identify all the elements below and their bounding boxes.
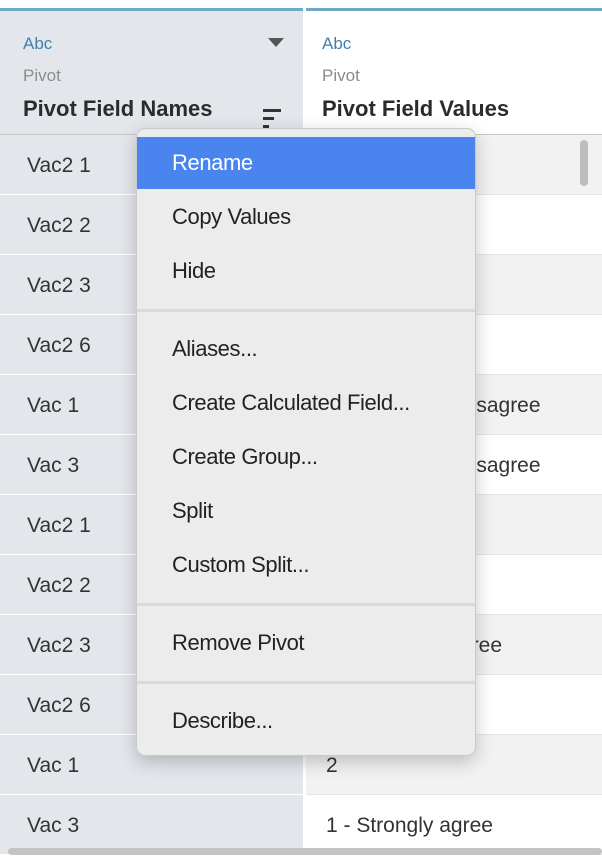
context-menu: Rename Copy Values Hide Aliases... Creat… [136,128,476,756]
menu-separator [137,309,475,312]
cell-text: Vac 3 [27,454,80,477]
column-source-label: Pivot [322,66,360,85]
cell-text: lisagree [467,454,541,477]
cell-text: Vac2 1 [27,514,91,537]
cell-text: 2 [326,754,338,777]
column-name[interactable]: Pivot Field Values [322,96,509,122]
menu-item-split[interactable]: Split [137,485,475,537]
menu-item-create-group[interactable]: Create Group... [137,431,475,483]
cell-text: Vac2 6 [27,694,91,717]
menu-item-remove-pivot[interactable]: Remove Pivot [137,617,475,669]
menu-item-copy-values[interactable]: Copy Values [137,191,475,243]
menu-item-label: Remove Pivot [172,630,305,655]
cell-text: Vac2 3 [27,274,91,297]
cell-text: Vac2 2 [27,214,91,237]
menu-item-label: Create Group... [172,444,318,469]
menu-item-label: Aliases... [172,336,258,361]
menu-item-create-calculated-field[interactable]: Create Calculated Field... [137,377,475,429]
menu-item-label: Create Calculated Field... [172,390,410,415]
cell-text: Vac2 2 [27,574,91,597]
menu-item-label: Hide [172,258,216,283]
sort-icon[interactable] [263,109,285,129]
menu-item-aliases[interactable]: Aliases... [137,323,475,375]
value-cell[interactable]: 1 - Strongly agree [306,795,602,855]
menu-item-rename[interactable]: Rename [137,137,475,189]
menu-separator [137,603,475,606]
column-source-label: Pivot [23,66,61,85]
cell-text: Vac 3 [27,814,80,837]
column-name[interactable]: Pivot Field Names [23,96,213,122]
menu-item-label: Rename [172,150,253,175]
chevron-down-icon[interactable] [268,38,284,47]
column-accent-bar [0,0,602,11]
vertical-scrollbar[interactable] [580,140,588,186]
horizontal-scrollbar[interactable] [8,848,602,855]
menu-item-label: Copy Values [172,204,291,229]
menu-item-custom-split[interactable]: Custom Split... [137,539,475,591]
cell-text: 1 - Strongly agree [326,814,493,837]
name-cell[interactable]: Vac 3 [0,795,303,855]
column-header-pivot-field-values[interactable]: Abc Pivot Pivot Field Values [306,11,602,135]
column-header-pivot-field-names[interactable]: Abc Pivot Pivot Field Names [0,11,303,135]
menu-item-label: Describe... [172,708,273,733]
menu-item-hide[interactable]: Hide [137,245,475,297]
data-type-label[interactable]: Abc [23,34,52,54]
cell-text: Vac2 6 [27,334,91,357]
menu-item-label: Custom Split... [172,552,310,577]
cell-text: Vac 1 [27,754,80,777]
data-type-label[interactable]: Abc [322,34,351,54]
menu-item-describe[interactable]: Describe... [137,695,475,747]
cell-text: Vac2 1 [27,154,91,177]
cell-text: lisagree [467,394,541,417]
menu-separator [137,681,475,684]
table-row: Vac 3 1 - Strongly agree [0,795,602,855]
cell-text: Vac 1 [27,394,80,417]
cell-text: Vac2 3 [27,634,91,657]
menu-item-label: Split [172,498,213,523]
